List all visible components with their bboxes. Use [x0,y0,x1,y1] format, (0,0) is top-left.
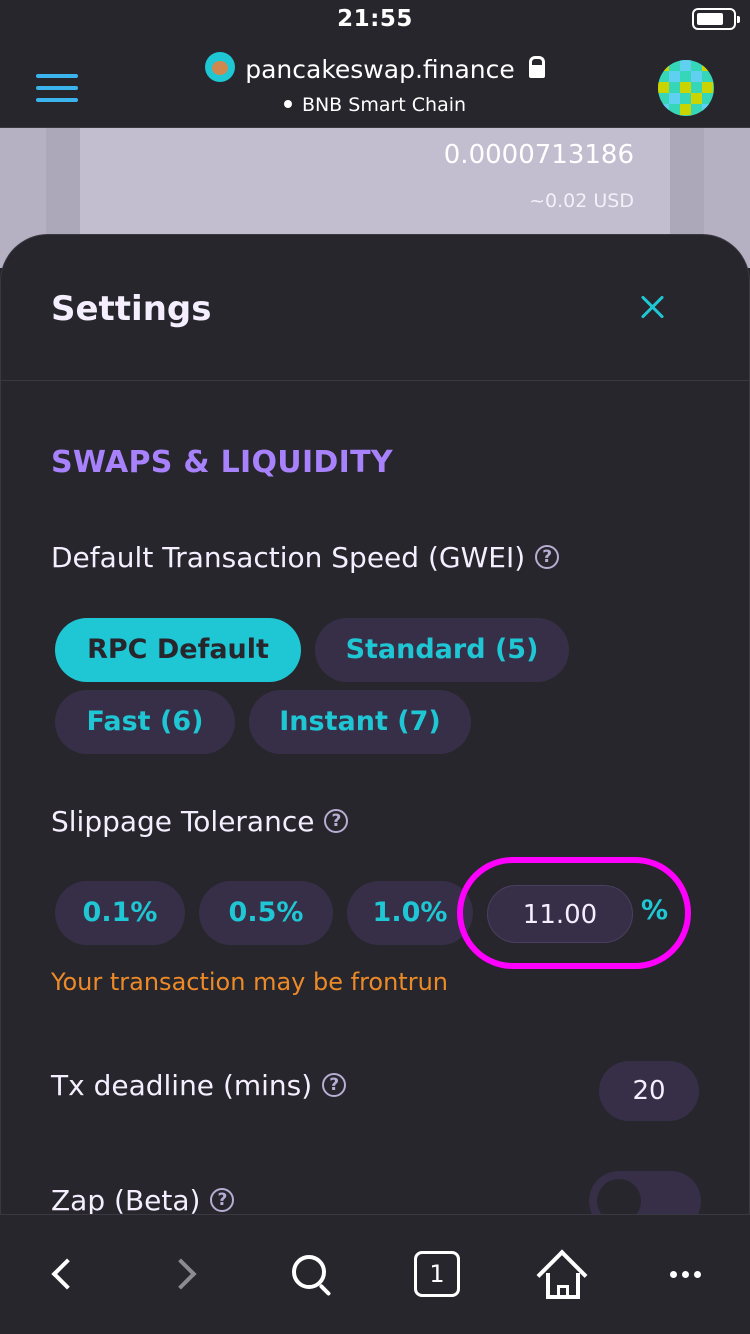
toggle-knob [597,1179,641,1214]
help-icon[interactable]: ? [324,809,349,833]
network-dot-icon [283,100,292,108]
zap-label-row: Zap (Beta)? [51,1184,235,1214]
tabs-icon[interactable]: 1 [406,1245,466,1305]
zap-toggle[interactable] [589,1171,701,1214]
network-indicator: BNB Smart Chain [0,94,750,116]
gas-speed-label: Default Transaction Speed (GWEI) [51,541,526,574]
battery-icon [692,8,740,30]
gas-speed-label-row: Default Transaction Speed (GWEI)? [51,541,560,574]
deadline-label: Tx deadline (mins) [51,1069,313,1102]
settings-title: Settings [51,289,212,329]
frontrun-warning: Your transaction may be frontrun [51,968,448,996]
gas-option-standard[interactable]: Standard (5) [315,618,569,682]
help-icon[interactable]: ? [322,1073,347,1097]
url-text: pancakeswap.finance [245,55,515,84]
home-icon[interactable] [532,1245,592,1305]
slippage-option-1-0[interactable]: 1.0% [347,881,473,945]
back-icon[interactable] [32,1245,92,1305]
deadline-label-row: Tx deadline (mins)? [51,1069,347,1102]
token-amount: 0.0000713186 [443,140,634,170]
deadline-input[interactable]: 20 [599,1061,699,1121]
network-name: BNB Smart Chain [301,94,467,116]
gas-option-instant[interactable]: Instant (7) [249,690,471,754]
help-icon[interactable]: ? [535,545,560,569]
close-icon[interactable] [637,291,669,323]
status-time: 21:55 [337,6,413,32]
settings-header: Settings [1,235,749,381]
forward-icon[interactable] [156,1245,216,1305]
lock-icon [528,56,545,78]
slippage-label-row: Slippage Tolerance? [51,805,349,838]
browser-header: pancakeswap.finance BNB Smart Chain [0,40,750,128]
browser-screen: 21:55 pancakeswap.finance BNB Smart Chai… [0,0,750,1334]
status-bar: 21:55 [0,0,750,40]
slippage-option-0-1[interactable]: 0.1% [55,881,185,945]
url-bar[interactable]: pancakeswap.finance [0,52,750,84]
highlight-annotation [457,857,691,969]
section-heading: SWAPS & LIQUIDITY [51,445,393,480]
pancakeswap-logo-icon [205,52,236,82]
search-icon[interactable] [282,1245,342,1305]
usd-value: ~0.02 USD [529,190,634,212]
slippage-option-0-5[interactable]: 0.5% [199,881,333,945]
tab-count: 1 [414,1251,460,1297]
slippage-label: Slippage Tolerance [51,805,315,838]
help-icon[interactable]: ? [210,1188,235,1212]
more-icon[interactable] [656,1245,716,1305]
gas-option-fast[interactable]: Fast (6) [55,690,235,754]
gas-option-rpc-default[interactable]: RPC Default [55,618,301,682]
zap-label: Zap (Beta) [51,1184,201,1214]
wallet-avatar[interactable] [658,60,714,116]
browser-toolbar: 1 [0,1214,750,1334]
settings-modal: Settings SWAPS & LIQUIDITY Default Trans… [0,234,750,1214]
